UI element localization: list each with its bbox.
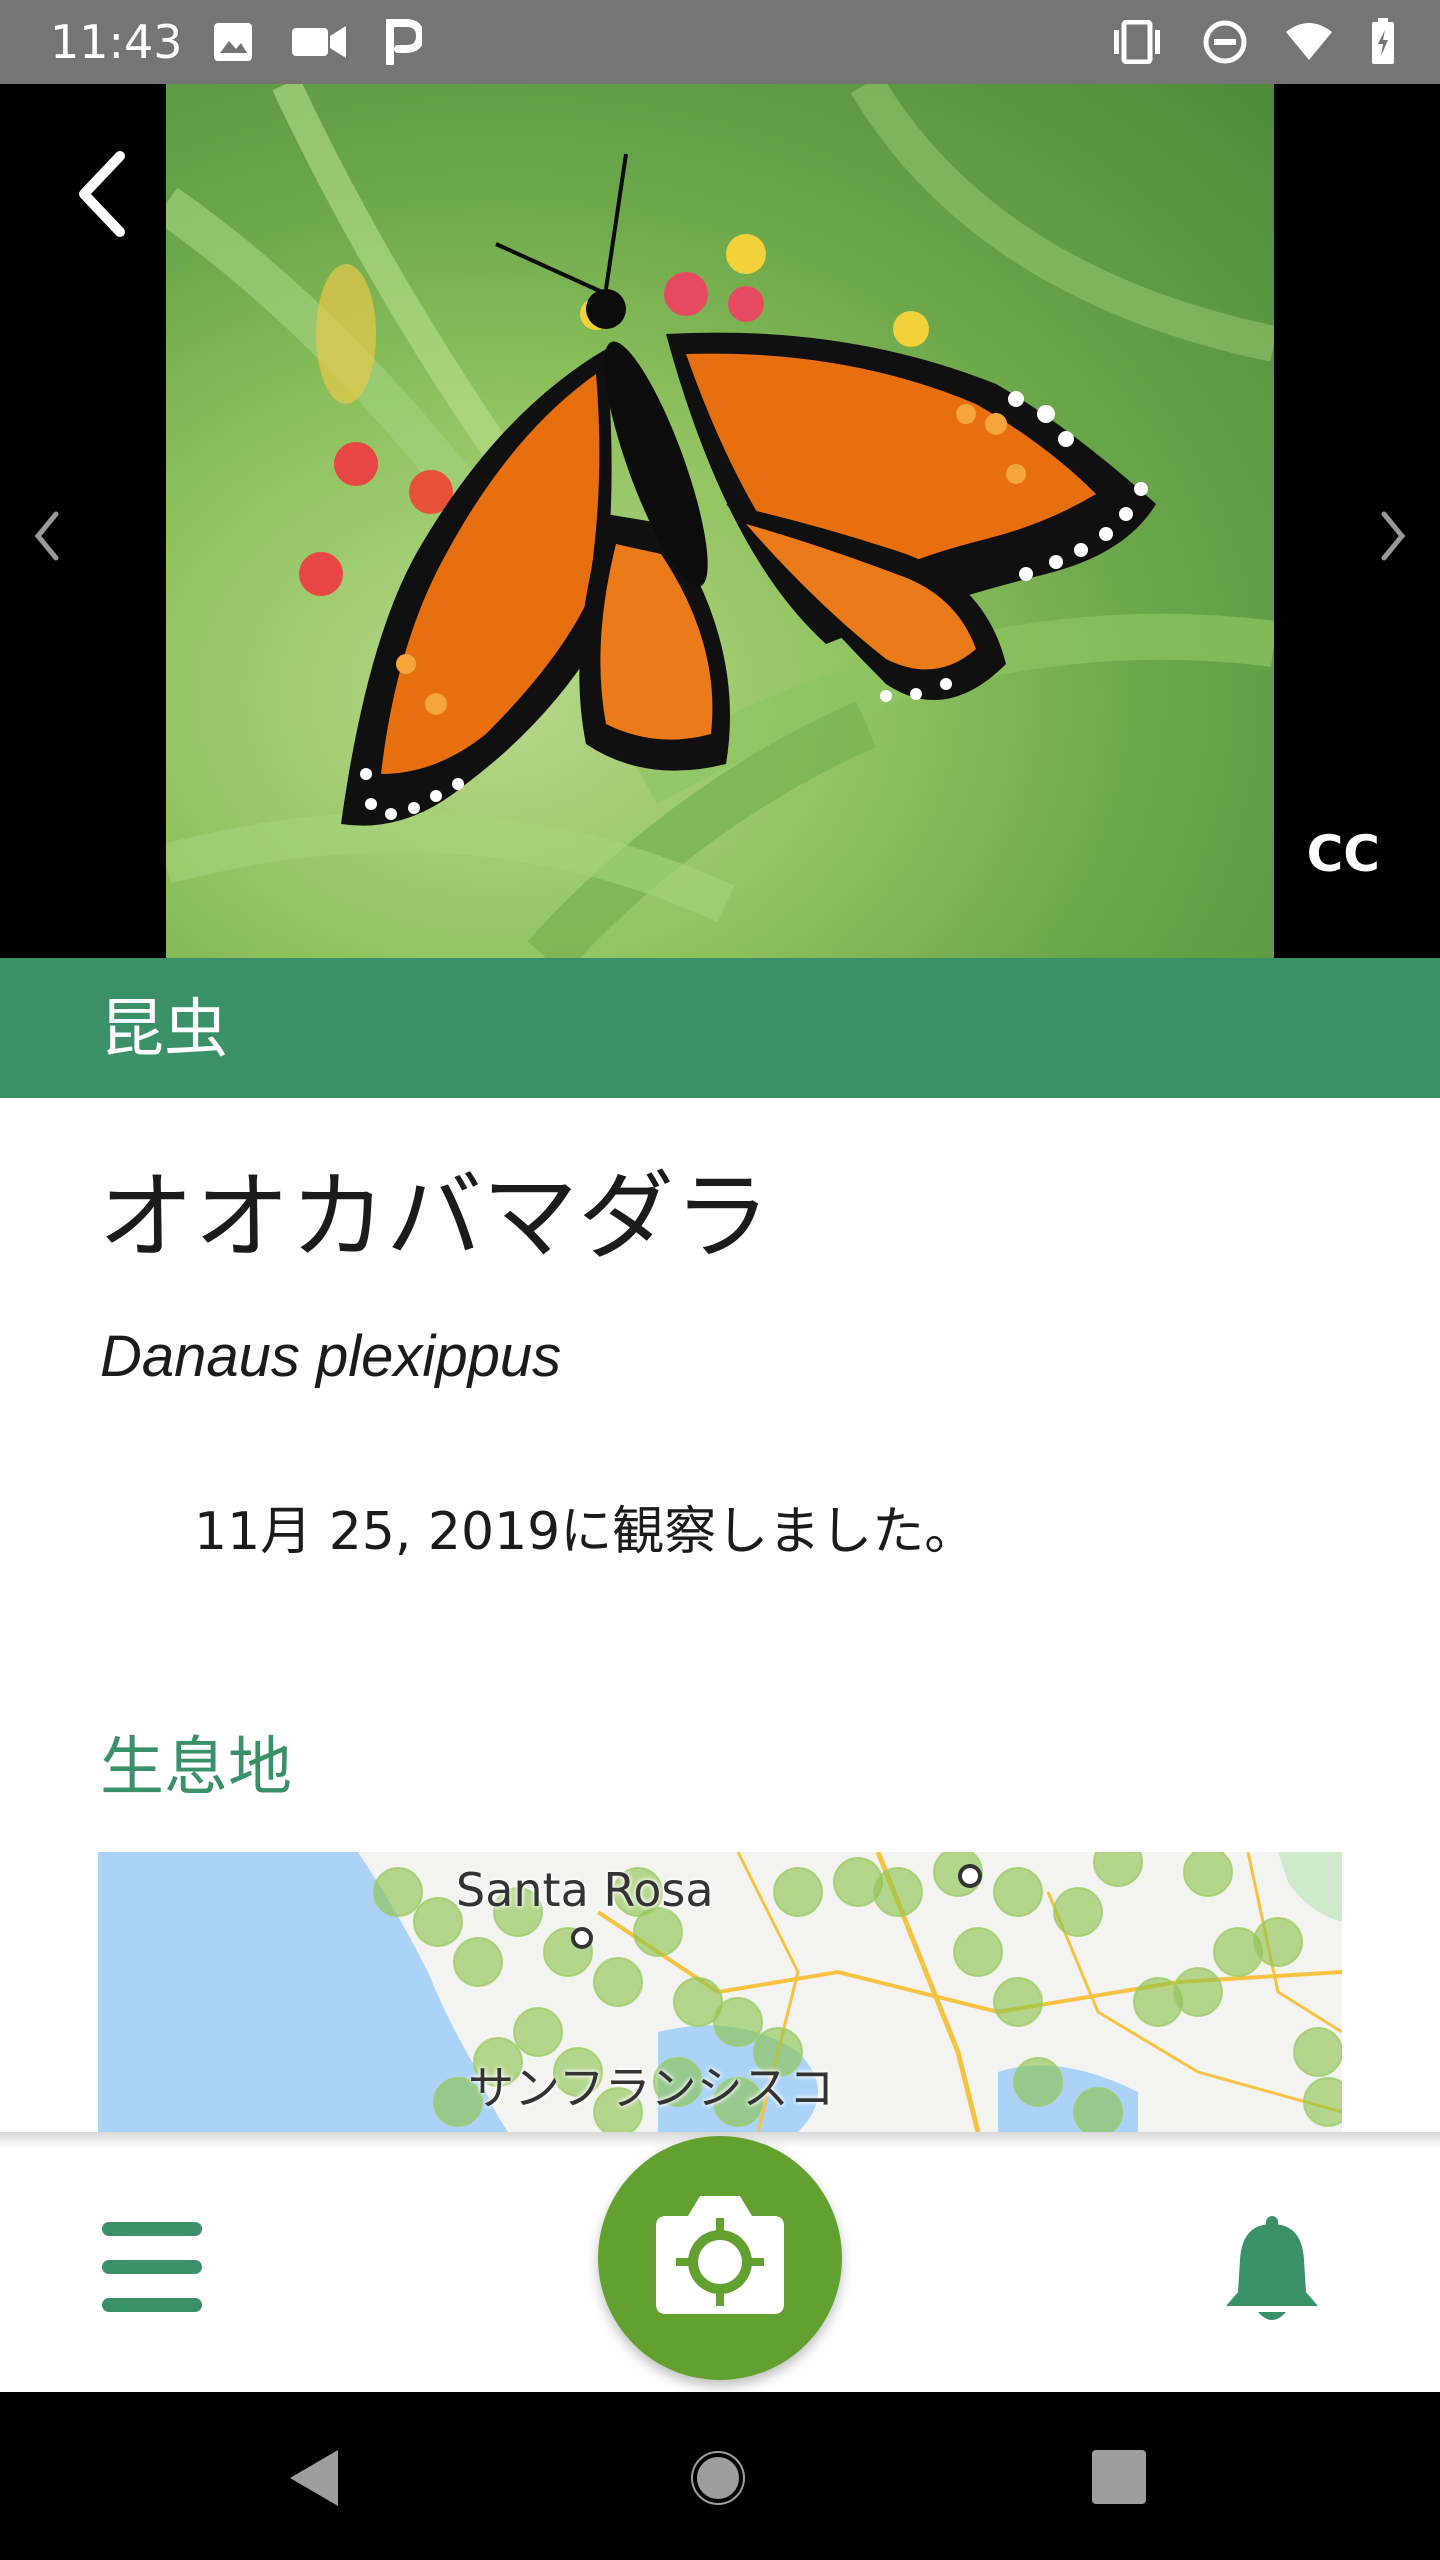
habitat-title: 生息地 [100,1731,292,1805]
category-bar: 昆虫 [0,958,1440,1098]
recents-icon[interactable] [1090,2448,1148,2506]
habitat-map[interactable]: Santa Rosa サンフランシスコ [98,1852,1342,2132]
next-photo-arrow-icon[interactable] [1374,504,1414,568]
map-label-city2: サンフランシスコ [468,2061,835,2115]
battery-icon [1372,18,1394,64]
status-bar: 11:43 [0,0,1440,84]
photo-viewer[interactable]: CC [0,84,1440,958]
menu-icon[interactable] [102,2222,202,2312]
camera-icon [656,2196,784,2314]
status-time: 11:43 [50,15,183,69]
image-icon [214,23,252,61]
map-label-city1: Santa Rosa [456,1863,714,1917]
previous-photo-arrow-icon[interactable] [26,504,66,568]
scientific-name: Danaus plexippus [100,1324,562,1389]
p-app-icon [386,19,422,65]
video-icon [292,26,346,58]
home-icon[interactable] [686,2446,750,2510]
wifi-icon [1286,23,1332,60]
camera-button[interactable] [598,2136,842,2380]
back-button[interactable] [70,144,134,244]
common-name: オオカバマダラ [98,1161,770,1273]
butterfly-illustration [166,84,1274,958]
system-nav-bar [0,2392,1440,2560]
observed-date: 11月 25, 2019に観察しました。 [194,1502,977,1562]
back-icon[interactable] [286,2446,342,2510]
vibrate-icon [1114,20,1160,64]
species-photo[interactable] [166,84,1274,958]
category-label: 昆虫 [100,993,228,1067]
do-not-disturb-icon [1203,20,1247,64]
license-badge[interactable]: CC [1307,824,1380,884]
bell-icon[interactable] [1220,2216,1324,2326]
status-left-icons [212,19,422,65]
status-right-icons [1108,18,1396,66]
bottom-nav [0,2136,1440,2392]
